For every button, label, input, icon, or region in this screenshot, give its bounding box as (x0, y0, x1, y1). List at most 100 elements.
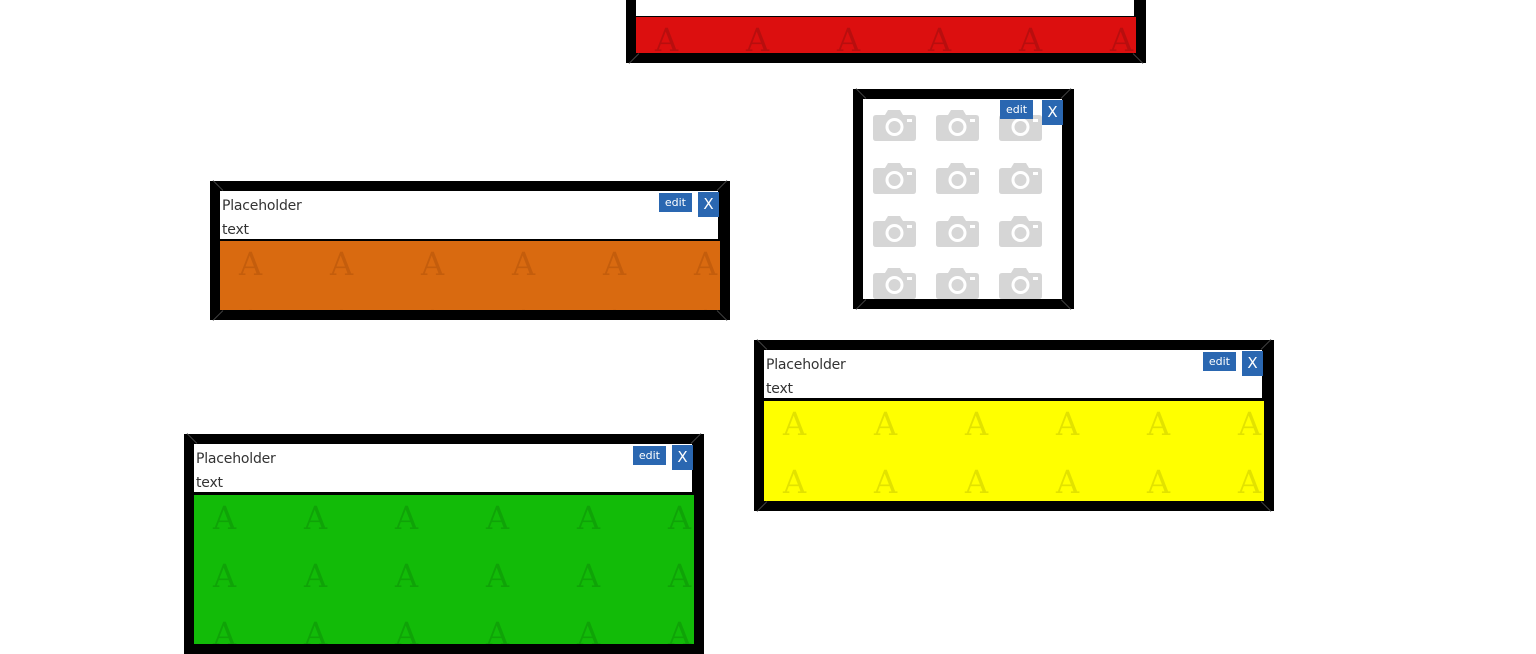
pattern-letter: A (1055, 463, 1080, 501)
pattern-letter: A (693, 303, 718, 310)
pattern-letter: A (329, 245, 354, 283)
pattern-letter: A (873, 405, 898, 443)
pattern-letter: A (394, 615, 419, 644)
widget-text-area[interactable]: text (636, 0, 1134, 16)
pattern-fill: AAAAAA (636, 17, 1136, 53)
frame-corner (690, 433, 702, 444)
close-button[interactable]: X (672, 445, 693, 470)
pattern-letter: A (420, 245, 445, 283)
pattern-letter: A (576, 615, 601, 644)
pattern-letter: A (303, 499, 328, 537)
letter-pattern: A A A A A AA A A A A AA A A A A A (212, 499, 692, 644)
pattern-letter: A (693, 245, 718, 283)
frame-corner (756, 339, 768, 350)
widget-text-area[interactable]: Placeholder text (194, 444, 692, 492)
pattern-fill: AAAAAAAAAAAA (220, 241, 720, 310)
pattern-letter: A (485, 615, 510, 644)
letter-pattern: AAAAAAAAAAAA (238, 245, 718, 310)
camera-icon (936, 216, 979, 247)
pattern-letter: A (964, 463, 989, 501)
close-button[interactable]: X (698, 192, 719, 217)
photo-placeholder-grid[interactable] (863, 99, 1062, 299)
frame-corner (628, 53, 640, 64)
pattern-letter: A (485, 499, 510, 537)
edit-button[interactable]: edit (658, 193, 692, 212)
pattern-letter: A (576, 499, 601, 537)
letter-pattern: AAAAAA (654, 21, 1134, 53)
camera-icon (999, 268, 1042, 299)
frame-corner (1260, 339, 1272, 350)
pattern-letter: A (1109, 21, 1134, 53)
pattern-letter: A (238, 245, 263, 283)
camera-icon-grid (873, 110, 1042, 299)
camera-icon (999, 216, 1042, 247)
pattern-letter: A (836, 21, 861, 53)
camera-icon (936, 268, 979, 299)
frame-corner (212, 310, 224, 321)
pattern-letter: A (667, 499, 692, 537)
pattern-letter: A (1018, 21, 1043, 53)
edit-button[interactable]: edit (1000, 100, 1034, 119)
pattern-letter: A (1237, 405, 1262, 443)
widget-text-line-1: Placeholder (766, 357, 846, 373)
camera-icon (936, 163, 979, 194)
pattern-letter: A (511, 303, 536, 310)
widget-text-line-2: text (196, 475, 223, 491)
close-button[interactable]: X (1042, 100, 1063, 125)
widget-text-area[interactable]: Placeholder text (220, 191, 718, 239)
pattern-letter: A (667, 615, 692, 644)
pattern-letter: A (873, 463, 898, 501)
camera-icon (873, 110, 916, 141)
pattern-letter: A (667, 557, 692, 595)
frame-corner (756, 501, 768, 512)
pattern-letter: A (329, 303, 354, 310)
pattern-letter: A (927, 21, 952, 53)
pattern-letter: A (1146, 463, 1171, 501)
camera-icon (873, 216, 916, 247)
pattern-letter: A (602, 303, 627, 310)
frame-corner (855, 299, 867, 310)
photo-widget[interactable]: edit X (853, 88, 1074, 310)
widget-text-area[interactable]: Placeholder text (764, 350, 1262, 398)
frame-corner (1132, 53, 1144, 64)
pattern-letter: A (238, 303, 263, 310)
pattern-letter: A (511, 245, 536, 283)
close-button[interactable]: X (1242, 351, 1263, 376)
camera-icon (936, 110, 979, 141)
green-widget[interactable]: Placeholder text AAAAAAAAAAAAAAAAAA edit… (184, 433, 704, 654)
pattern-letter: A (576, 557, 601, 595)
widget-text-line-1: Placeholder (196, 451, 276, 467)
pattern-letter: A (420, 303, 445, 310)
pattern-letter: A (964, 405, 989, 443)
widget-text-line-2: text (766, 381, 793, 397)
pattern-letter: A (303, 615, 328, 644)
red-widget[interactable]: text A A A A A A (626, 0, 1146, 64)
pattern-letter: A (394, 499, 419, 537)
camera-icon (999, 163, 1042, 194)
pattern-letter: A (394, 557, 419, 595)
pattern-letter: A (745, 21, 770, 53)
widget-text-line-1: Placeholder (222, 198, 302, 214)
edit-button[interactable]: edit (1202, 352, 1236, 371)
pattern-letter: A (1055, 405, 1080, 443)
pattern-letter: A (654, 21, 679, 53)
letter-pattern: AAAAAAAAAAAA (782, 405, 1262, 501)
pattern-letter: A (303, 557, 328, 595)
orange-widget[interactable]: Placeholder text A A A A A A A A A A A A edit X (210, 180, 730, 321)
pattern-letter: A (212, 499, 237, 537)
frame-corner (716, 310, 728, 321)
frame-corner (1060, 299, 1072, 310)
edit-button[interactable]: edit (632, 446, 666, 465)
frame-corner (1260, 501, 1272, 512)
frame-corner (212, 180, 224, 191)
pattern-letter: A (485, 557, 510, 595)
pattern-letter: A (1146, 405, 1171, 443)
frame-corner (855, 88, 867, 99)
pattern-letter: A (782, 463, 807, 501)
pattern-letter: A (212, 615, 237, 644)
pattern-letter: A (782, 405, 807, 443)
frame-corner (186, 433, 198, 444)
pattern-fill: AAAAAAAAAAAA (764, 401, 1264, 501)
yellow-widget[interactable]: Placeholder text AAAAAAAAAAAA edit X (754, 339, 1274, 512)
pattern-fill: AAAAAAAAAAAAAAAAAA (194, 495, 694, 644)
